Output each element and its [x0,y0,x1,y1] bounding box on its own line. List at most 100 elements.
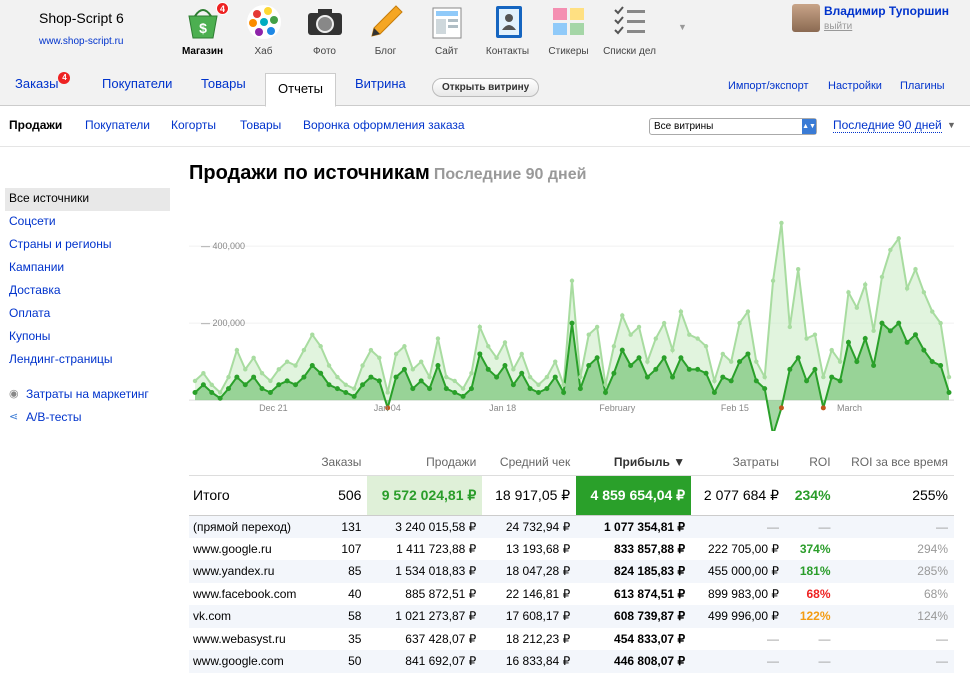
open-storefront-button[interactable]: Открыть витрину [432,78,540,97]
row-profit: 608 739,87 ₽ [576,605,692,628]
profit-point [921,347,927,353]
tab-products[interactable]: Товары [201,76,246,91]
profit-point [603,389,609,395]
profit-point [778,405,784,411]
table-row[interactable]: (прямой переход) 131 3 240 015,58 ₽24 732,… [189,515,954,538]
app-launcher: $ 4 Магазин Хаб Фото Блог Сайт Контакты … [172,2,660,57]
sales-chart[interactable]: — 400,000 — 200,000 Dec 21 Jan 04 Jan 18 Febr… [189,196,954,431]
table-row[interactable]: www.google.ru 107 1 411 723,88 ₽ 13 193,68 … [189,538,954,561]
table-row[interactable]: vk.com 58 1 021 273,87 ₽17 608,17 ₽608 739… [189,605,954,628]
sidebar-item-ab-tests[interactable]: ⋖ A/B-тесты [5,405,170,428]
tab-storefront[interactable]: Витрина [355,76,406,91]
sidebar-item-shipping[interactable]: Доставка [5,280,170,303]
subnav-customers[interactable]: Покупатели [85,118,150,132]
tab-reports[interactable]: Отчеты [265,73,336,107]
table-row[interactable]: www.yandex.ru 85 1 534 018,83 ₽18 047,28 ₽… [189,560,954,583]
sales-point [829,347,834,353]
sidebar-item-marketing-costs[interactable]: ◉ Затраты на маркетинг [5,382,170,405]
row-source[interactable]: www.webasyst.ru [189,628,311,651]
row-source[interactable]: www.google.ru [189,538,311,561]
tab-customers[interactable]: Покупатели [102,76,172,91]
app-contacts[interactable]: Контакты [477,2,538,57]
storefront-select[interactable]: Все витрины ▲▼ [649,118,817,135]
row-source[interactable]: www.facebook.com [189,583,311,606]
subnav-funnel[interactable]: Воронка оформления заказа [303,118,465,132]
user-name-link[interactable]: Владимир Тупоршин [824,4,949,18]
app-hub[interactable]: Хаб [233,2,294,57]
tab-orders[interactable]: Заказы 4 [15,72,71,91]
subnav-sales[interactable]: Продажи [9,118,62,132]
app-shop[interactable]: $ 4 Магазин [172,2,233,57]
sources-table: Заказы Продажи Средний чек Прибыль ▼ Зат… [189,450,954,673]
app-todo[interactable]: Списки дел [599,2,660,57]
sales-point [863,282,868,287]
table-row[interactable]: www.facebook.com 40 885 872,51 ₽ 22 146,81 … [189,583,954,606]
profit-point [309,363,315,369]
row-source[interactable]: www.google.com [189,650,312,673]
profit-point [460,393,466,399]
col-roi[interactable]: ROI [785,450,837,475]
sales-point [511,367,516,372]
sidebar-item-campaigns[interactable]: Кампании [5,257,170,280]
table-row[interactable]: www.google.com 50 841 692,07 ₽16 833,84 ₽4… [189,650,954,673]
col-sales[interactable]: Продажи [367,450,482,475]
col-costs[interactable]: Затраты [691,450,785,475]
row-orders: 131 [311,515,368,538]
sidebar-item-coupons[interactable]: Купоны [5,326,170,349]
period-selector[interactable]: Последние 90 дней [833,118,942,133]
col-profit[interactable]: Прибыль ▼ [576,450,691,475]
total-costs: 2 077 684 ₽ [691,474,785,516]
row-costs: — [766,631,779,646]
brand-url-link[interactable]: www.shop-script.ru [39,36,124,47]
sales-point [611,344,617,349]
table-row[interactable]: www.webasyst.ru 35 637 428,07 ₽ 18 212,23 ₽… [189,628,954,651]
sidebar-item-landing[interactable]: Лендинг-страницы [5,349,170,372]
app-label: Сайт [434,46,459,57]
subnav-cohorts[interactable]: Когорты [171,118,216,132]
sales-point [469,371,474,376]
sales-point [578,374,583,380]
tab-plugins[interactable]: Плагины [900,80,945,92]
avatar[interactable] [792,4,820,32]
sales-point [544,374,550,380]
profit-point [494,374,500,380]
profit-point [200,382,206,388]
col-orders[interactable]: Заказы [311,450,367,475]
sales-point [837,359,843,364]
sales-point [402,344,407,349]
app-stickers[interactable]: Стикеры [538,2,599,57]
col-roi-all[interactable]: ROI за все время [837,450,954,475]
row-source[interactable]: www.yandex.ru [189,560,312,583]
tab-orders-label: Заказы [15,76,59,91]
profit-point [226,386,232,392]
sales-point [620,313,625,318]
sales-point [310,332,315,337]
orders-badge: 4 [58,72,71,84]
logout-link[interactable]: выйти [824,21,949,32]
sales-point [268,378,273,384]
sales-point [653,336,658,341]
col-avg[interactable]: Средний чек [482,450,576,475]
app-photo[interactable]: Фото [294,2,355,57]
row-source[interactable]: vk.com [189,605,312,628]
profit-point [837,378,843,384]
sidebar-item-countries[interactable]: Страны и регионы [5,234,170,257]
sidebar-item-social[interactable]: Соцсети [5,211,170,234]
subnav-products[interactable]: Товары [240,118,281,132]
app-blog[interactable]: Блог [355,2,416,57]
sidebar-item-label: A/B-тесты [26,409,82,424]
profit-point [209,389,215,395]
sidebar-item-all-sources[interactable]: Все источники [5,188,170,211]
sidebar-item-payment[interactable]: Оплата [5,303,170,326]
checklist-icon [613,6,645,35]
row-roi: 374% [799,541,831,556]
row-costs: 899 983,00 ₽ [707,586,779,601]
apps-more-icon[interactable]: ▼ [678,22,687,32]
profit-point [653,366,659,372]
sales-point [486,344,491,349]
row-source[interactable]: (прямой переход) [189,515,312,538]
app-site[interactable]: Сайт [416,2,477,57]
tab-settings[interactable]: Настройки [828,80,882,92]
total-avg: 18 917,05 ₽ [482,474,577,516]
tab-import-export[interactable]: Импорт/экспорт [728,80,809,92]
